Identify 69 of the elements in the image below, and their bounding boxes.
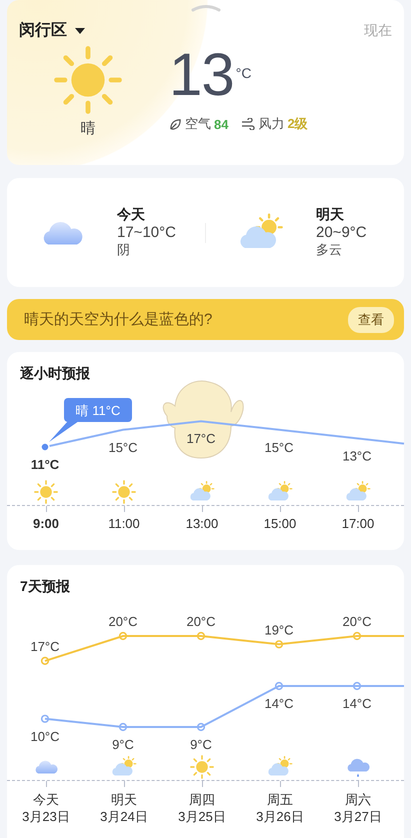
wind-label: 风力: [258, 115, 284, 133]
section-title: 逐小时预报: [20, 365, 91, 383]
temperature-label: 9°C: [190, 737, 212, 751]
temperature-label: 20°C: [186, 614, 216, 629]
time-label: 现在: [364, 22, 392, 40]
temperature-label: 10°C: [30, 728, 60, 744]
air-value: 84: [214, 116, 228, 132]
location-selector[interactable]: 闵行区: [19, 20, 85, 41]
wind-icon: [241, 118, 256, 130]
section-title: 7天预报: [20, 578, 71, 596]
day-label: 明天: [316, 206, 345, 224]
sun-icon: [33, 479, 59, 505]
time-label: 11:00: [108, 516, 140, 531]
temperature-label: 9°C: [112, 737, 134, 751]
leaf-icon: [169, 118, 182, 130]
temperature-unit: °C: [236, 65, 252, 81]
temperature-range: 17~10°C: [117, 224, 176, 241]
view-button[interactable]: 查看: [348, 306, 394, 332]
point-marker: [118, 722, 128, 732]
day-label: 明天: [111, 791, 137, 808]
date-label: 3月23日: [22, 808, 70, 825]
day-label: 今天: [117, 206, 146, 224]
chevron-up-icon: [190, 4, 220, 12]
point-marker: [274, 640, 284, 648]
point-marker: [274, 682, 284, 690]
time-label: 9:00: [32, 516, 60, 531]
day-label: 周四: [189, 791, 215, 808]
tooltip-bubble: 晴 11°C: [49, 398, 132, 442]
air-label: 空气: [185, 115, 211, 133]
time-label: 15:00: [264, 516, 296, 531]
date-label: 3月25日: [178, 808, 226, 825]
condition-text: 阴: [117, 241, 131, 259]
temperature-label: 13°C: [342, 448, 372, 464]
sun-icon: [189, 754, 215, 780]
condition-text: 多云: [316, 241, 343, 259]
temperature-value: 13: [169, 43, 234, 107]
date-label: 3月27日: [334, 808, 382, 825]
point-dot: [40, 442, 50, 452]
temperature-label: 20°C: [342, 614, 372, 629]
temperature-label: 15°C: [108, 440, 138, 455]
time-label: 17:00: [342, 516, 374, 531]
tip-text: 晴天的天空为什么是蓝色的?: [24, 310, 212, 329]
temperature-label: 17°C: [30, 638, 60, 654]
day-label: 周五: [267, 791, 293, 808]
temperature-label: 15°C: [264, 440, 294, 455]
sun-icon: [111, 479, 137, 505]
day-label: 今天: [33, 791, 59, 808]
point-marker: [352, 632, 362, 640]
temperature-range: 20~9°C: [316, 224, 367, 241]
temperature-label: 17°C: [186, 431, 216, 446]
sun-icon: [51, 43, 125, 117]
point-marker: [118, 632, 128, 640]
point-marker: [352, 682, 362, 690]
day-label: 周六: [345, 791, 371, 808]
caret-icon: [75, 28, 85, 34]
temperature-label: 19°C: [264, 622, 294, 638]
point-marker: [196, 722, 206, 732]
wind-value: 2级: [287, 115, 308, 133]
point-marker: [40, 656, 50, 665]
temperature-label: 14°C: [342, 696, 372, 711]
time-label: 13:00: [186, 516, 218, 531]
temperature-label: 11°C: [30, 457, 60, 472]
point-marker: [40, 714, 50, 723]
date-label: 3月24日: [100, 808, 148, 825]
condition-text: 晴: [80, 119, 96, 138]
point-marker: [196, 632, 206, 640]
temperature-label: 20°C: [108, 614, 138, 629]
date-label: 3月26日: [256, 808, 304, 825]
temperature-label: 14°C: [264, 696, 294, 711]
